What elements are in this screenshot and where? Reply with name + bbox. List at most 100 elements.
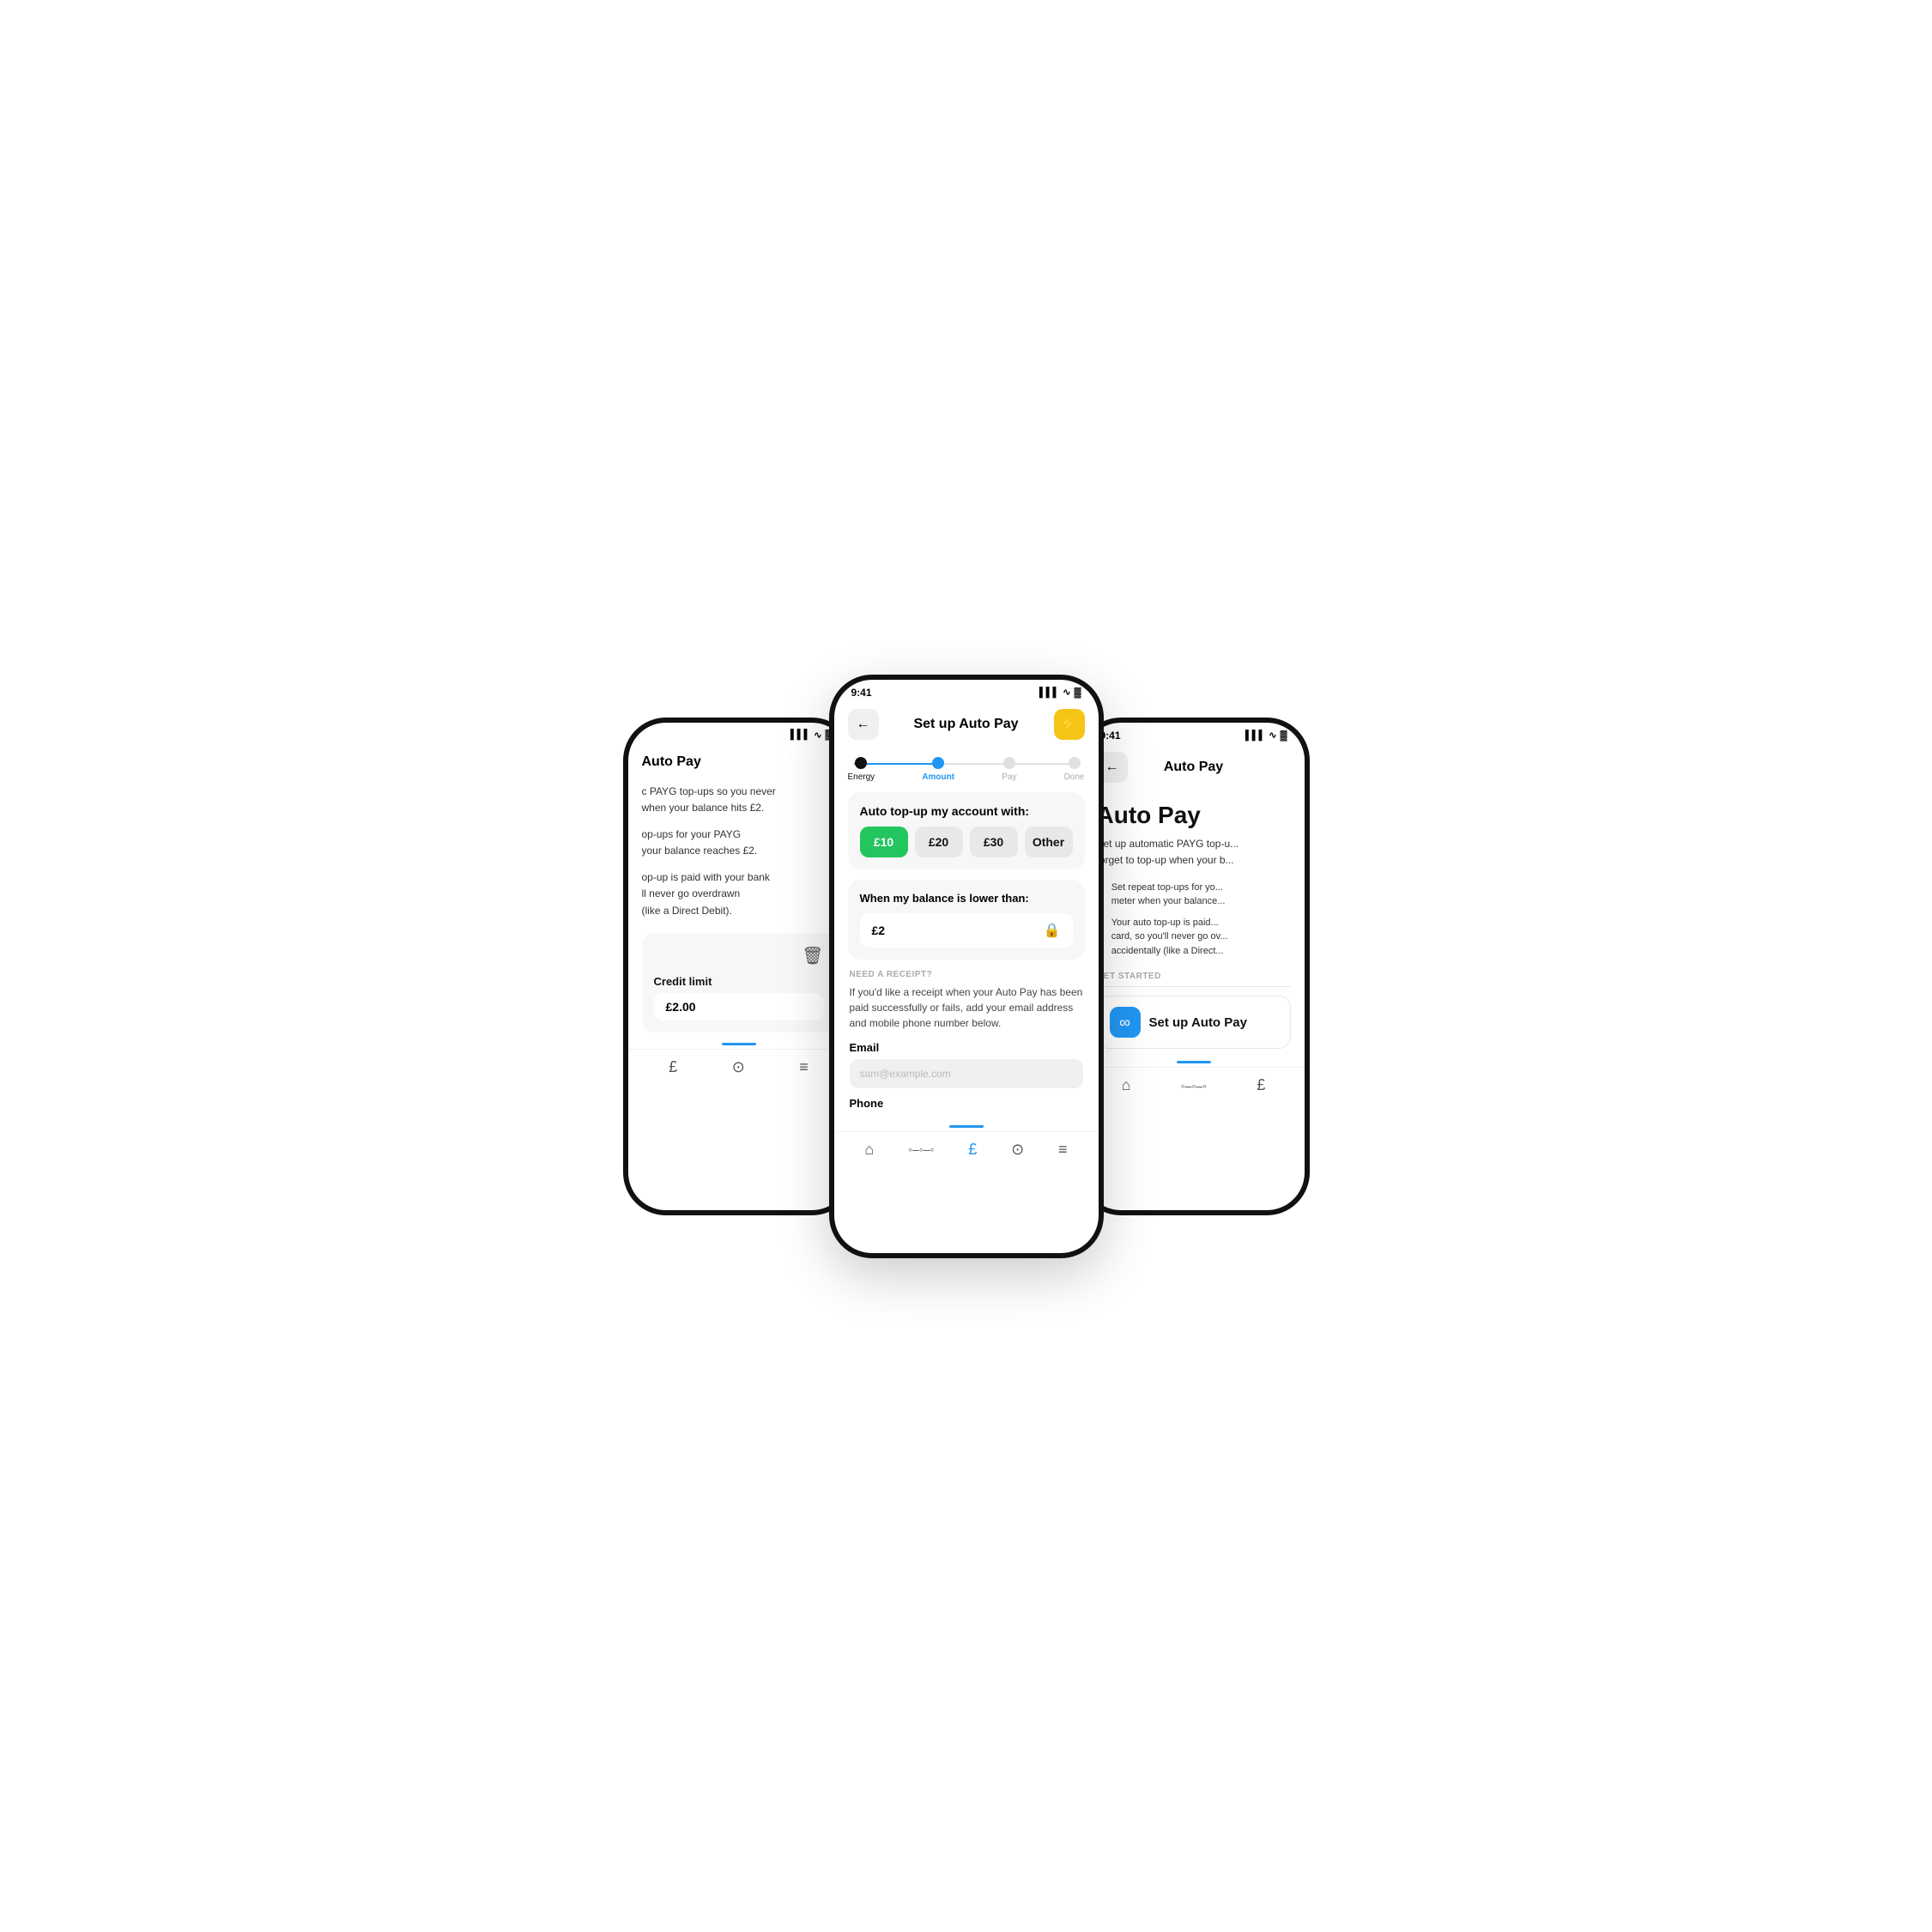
email-placeholder: sam@example.com bbox=[860, 1068, 951, 1080]
scene: ▌▌▌ ∿ ▓ Auto Pay c PAYG top-ups so you n… bbox=[494, 675, 1438, 1258]
payments-icon-right: £ bbox=[1257, 1076, 1265, 1094]
step-label-done: Done bbox=[1064, 772, 1085, 782]
status-bar-left: ▌▌▌ ∿ ▓ bbox=[628, 723, 850, 744]
payments-icon-center: £ bbox=[968, 1141, 977, 1159]
divider bbox=[1097, 986, 1291, 987]
step-label-amount: Amount bbox=[922, 772, 954, 782]
autopay-title: Auto Pay bbox=[1097, 802, 1291, 829]
trash-icon[interactable]: 🗑 bbox=[802, 945, 823, 966]
check-text-1: Set repeat top-ups for yo...meter when y… bbox=[1111, 881, 1226, 909]
nav-bar-right: ← Auto Pay bbox=[1083, 745, 1305, 790]
right-content: Auto Pay Set up automatic PAYG top-u...f… bbox=[1083, 790, 1305, 1062]
autopay-desc: Set up automatic PAYG top-u...forget to … bbox=[1097, 836, 1291, 869]
status-bar-right: 9:41 ▌▌▌ ∿ ▓ bbox=[1083, 723, 1305, 745]
progress-container: Energy Amount Pay Done bbox=[834, 747, 1099, 782]
credit-value: £2.00 bbox=[654, 993, 824, 1021]
back-arrow-right: ← bbox=[1105, 760, 1119, 775]
nav-home-right[interactable]: ⌂ bbox=[1122, 1076, 1131, 1094]
credit-card: 🗑 Credit limit £2.00 bbox=[642, 933, 836, 1033]
page-title-right: Auto Pay bbox=[1164, 760, 1223, 775]
topup-card: Auto top-up my account with: £10 £20 £30… bbox=[848, 792, 1085, 869]
bottom-tab-indicator-right bbox=[1177, 1061, 1211, 1063]
menu-icon-left: ≡ bbox=[799, 1058, 809, 1076]
get-started-label: GET STARTED bbox=[1097, 972, 1291, 981]
nav-payments-center[interactable]: £ bbox=[968, 1141, 977, 1159]
step-done: Done bbox=[1064, 757, 1085, 782]
amount-btn-other[interactable]: Other bbox=[1025, 827, 1073, 857]
nav-help-center[interactable]: ⊙ bbox=[1011, 1141, 1024, 1159]
help-icon-center: ⊙ bbox=[1011, 1141, 1024, 1159]
step-label-energy: Energy bbox=[848, 772, 875, 782]
phone-center: 9:41 ▌▌▌ ∿ ▓ ← Set up Auto Pay ⚡ bbox=[829, 675, 1104, 1258]
email-label: Email bbox=[850, 1041, 1083, 1054]
status-bar-center: 9:41 ▌▌▌ ∿ ▓ bbox=[834, 680, 1099, 702]
nav-payments-left[interactable]: £ bbox=[669, 1058, 677, 1076]
activity-icon-center: ◦–◦–◦ bbox=[908, 1142, 934, 1156]
amount-btn-20[interactable]: £20 bbox=[915, 827, 963, 857]
bottom-nav-left: £ ⊙ ≡ bbox=[628, 1049, 850, 1088]
nav-home-center[interactable]: ⌂ bbox=[864, 1141, 874, 1159]
amount-btn-30[interactable]: £30 bbox=[970, 827, 1018, 857]
signal-icon-left: ▌▌▌ bbox=[790, 730, 810, 740]
nav-help-left[interactable]: ⊙ bbox=[732, 1058, 745, 1076]
nav-payments-right[interactable]: £ bbox=[1257, 1076, 1265, 1094]
receipt-desc: If you'd like a receipt when your Auto P… bbox=[850, 984, 1083, 1031]
main-content-center: Auto top-up my account with: £10 £20 £30… bbox=[834, 782, 1099, 1125]
home-icon-center: ⌂ bbox=[864, 1141, 874, 1159]
email-input[interactable]: sam@example.com bbox=[850, 1059, 1083, 1088]
topup-card-title: Auto top-up my account with: bbox=[860, 804, 1073, 818]
amount-options: £10 £20 £30 Other bbox=[860, 827, 1073, 857]
signal-icon-right: ▌▌▌ bbox=[1245, 730, 1265, 741]
balance-label: When my balance is lower than: bbox=[860, 892, 1073, 905]
signal-icon-center: ▌▌▌ bbox=[1039, 687, 1059, 698]
phone-left: ▌▌▌ ∿ ▓ Auto Pay c PAYG top-ups so you n… bbox=[623, 718, 855, 1215]
step-dot-done bbox=[1069, 757, 1081, 769]
check-list: ✓ Set repeat top-ups for yo...meter when… bbox=[1097, 881, 1291, 959]
help-icon-left: ⊙ bbox=[732, 1058, 745, 1076]
nav-activity-right[interactable]: ◦–◦–◦ bbox=[1181, 1079, 1207, 1093]
check-item-2: ✓ Your auto top-up is paid...card, so yo… bbox=[1097, 916, 1291, 959]
bottom-nav-right: ⌂ ◦–◦–◦ £ bbox=[1083, 1067, 1305, 1106]
wifi-icon-left: ∿ bbox=[814, 730, 821, 741]
menu-icon-center: ≡ bbox=[1058, 1141, 1068, 1159]
nav-activity-center[interactable]: ◦–◦–◦ bbox=[908, 1142, 934, 1156]
bottom-nav-center: ⌂ ◦–◦–◦ £ ⊙ ≡ bbox=[834, 1131, 1099, 1171]
check-text-2: Your auto top-up is paid...card, so you'… bbox=[1111, 916, 1228, 959]
setup-btn-label: Set up Auto Pay bbox=[1149, 1015, 1247, 1030]
back-button-center[interactable]: ← bbox=[848, 709, 879, 740]
balance-card: When my balance is lower than: £2 🔒 bbox=[848, 880, 1085, 960]
check-item-1: ✓ Set repeat top-ups for yo...meter when… bbox=[1097, 881, 1291, 909]
amount-btn-10[interactable]: £10 bbox=[860, 827, 908, 857]
receipt-section: NEED A RECEIPT? If you'd like a receipt … bbox=[848, 970, 1085, 1110]
step-energy: Energy bbox=[848, 757, 875, 782]
lightning-button[interactable]: ⚡ bbox=[1054, 709, 1085, 740]
battery-icon-center: ▓ bbox=[1074, 687, 1081, 698]
setup-autopay-btn[interactable]: ∞ Set up Auto Pay bbox=[1097, 996, 1291, 1049]
activity-icon-right: ◦–◦–◦ bbox=[1181, 1079, 1207, 1093]
lock-icon: 🔒 bbox=[1044, 922, 1061, 939]
step-dot-pay bbox=[1003, 757, 1015, 769]
left-body-2: op-ups for your PAYGyour balance reaches… bbox=[642, 827, 836, 859]
nav-menu-center[interactable]: ≡ bbox=[1058, 1141, 1068, 1159]
nav-menu-left[interactable]: ≡ bbox=[799, 1058, 809, 1076]
infinity-icon: ∞ bbox=[1110, 1007, 1141, 1038]
left-header-title: Auto Pay bbox=[642, 754, 836, 770]
battery-icon-right: ▓ bbox=[1280, 730, 1287, 741]
phone-right: 9:41 ▌▌▌ ∿ ▓ ← Auto Pay Auto Pay Set up … bbox=[1078, 718, 1310, 1215]
lightning-icon: ⚡ bbox=[1059, 715, 1078, 733]
step-dot-energy bbox=[855, 757, 867, 769]
step-label-pay: Pay bbox=[1002, 772, 1016, 782]
left-content: Auto Pay c PAYG top-ups so you neverwhen… bbox=[628, 744, 850, 1043]
phone-label: Phone bbox=[850, 1097, 1083, 1110]
step-pay: Pay bbox=[1002, 757, 1016, 782]
nav-bar-center: ← Set up Auto Pay ⚡ bbox=[834, 702, 1099, 747]
credit-label: Credit limit bbox=[654, 975, 712, 988]
wifi-icon-right: ∿ bbox=[1269, 730, 1276, 741]
page-title-center: Set up Auto Pay bbox=[913, 717, 1018, 732]
receipt-header: NEED A RECEIPT? bbox=[850, 970, 1083, 979]
wifi-icon-center: ∿ bbox=[1063, 687, 1070, 698]
progress-steps: Energy Amount Pay Done bbox=[848, 757, 1085, 782]
bottom-tab-indicator-left bbox=[722, 1043, 756, 1045]
balance-value: £2 bbox=[872, 924, 886, 937]
balance-input: £2 🔒 bbox=[860, 913, 1073, 948]
